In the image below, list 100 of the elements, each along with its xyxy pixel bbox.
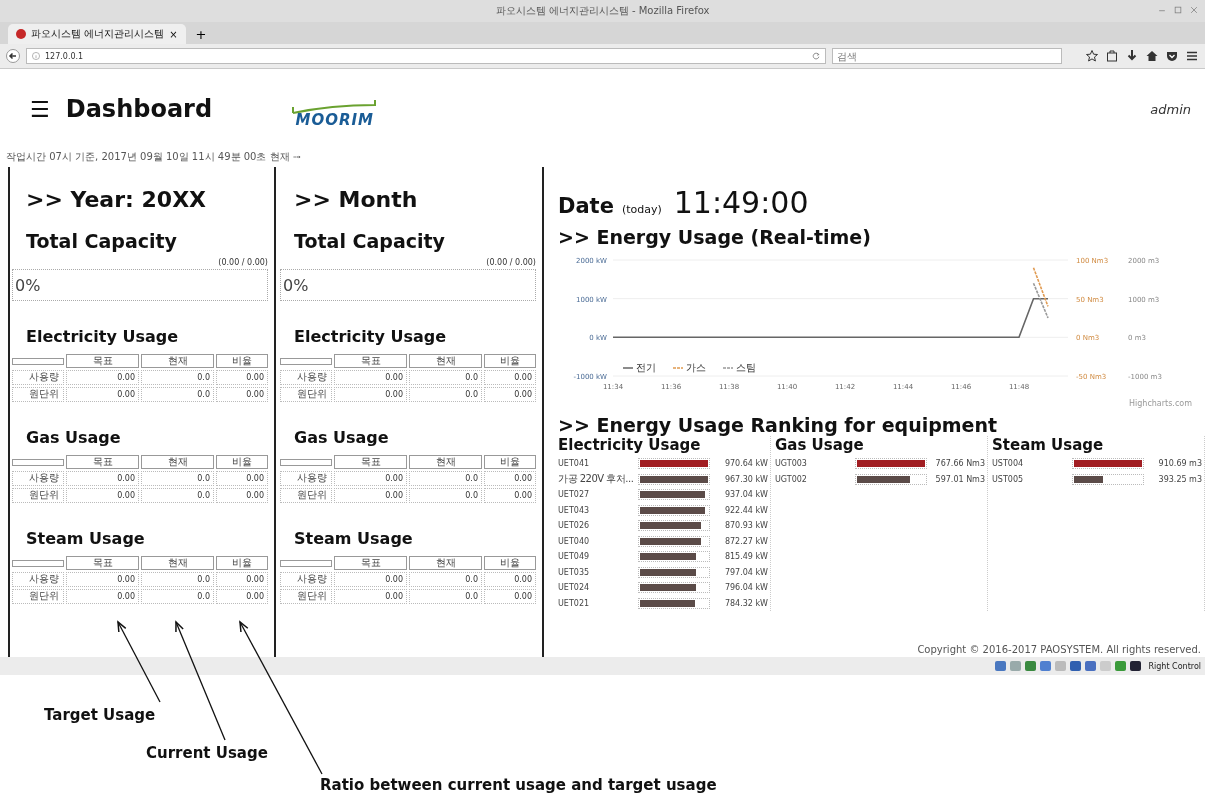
legend-item[interactable]: 가스 (672, 362, 706, 373)
table-cell: 0.00 (484, 488, 536, 503)
menu-button[interactable]: ☰ (30, 96, 50, 122)
usage-value: 393.25 m3 (1157, 474, 1202, 484)
table-cell: 0.00 (216, 572, 268, 587)
table-cell: 0.00 (216, 488, 268, 503)
column-header: 목표 (66, 354, 139, 368)
section-title: Steam Usage (294, 529, 414, 548)
table-cell: 0.0 (409, 488, 482, 503)
favicon-icon (16, 29, 26, 39)
equipment-name: UGT003 (775, 459, 808, 469)
column-header: 비율 (484, 455, 536, 469)
capacity-reading: (0.00 / 0.00) (218, 258, 268, 267)
row-header: 원단위 (12, 387, 64, 402)
annotation-label: Current Usage (146, 744, 268, 762)
download-icon[interactable] (1125, 49, 1139, 63)
reload-icon[interactable] (811, 51, 821, 61)
usage-value: 967.30 kW (723, 474, 768, 484)
table-cell: 0.00 (334, 572, 407, 587)
column-header: 현재 (141, 556, 214, 570)
row-header: 사용량 (280, 572, 332, 587)
tab-close[interactable]: × (169, 28, 178, 40)
section-title: Total Capacity (26, 230, 178, 252)
section-title: >> Energy Usage (Real-time) (558, 226, 872, 248)
table-cell: 0.00 (484, 387, 536, 402)
table-cell: 0.00 (484, 589, 536, 604)
section-title: >> Energy Usage Ranking for equipment (558, 414, 999, 436)
clock-time: 11:49:00 (673, 185, 809, 220)
legend-item[interactable]: 스팀 (722, 362, 756, 373)
capacity-reading: (0.00 / 0.00) (486, 258, 536, 267)
search-field[interactable]: 검색 (832, 48, 1062, 64)
table-cell: 0.00 (216, 589, 268, 604)
table-cell: 0.0 (141, 370, 214, 385)
table-cell: 0.0 (141, 488, 214, 503)
column-header: 비율 (216, 556, 268, 570)
row-header: 원단위 (12, 488, 64, 503)
usage-value: 815.49 kW (723, 552, 768, 562)
browser-tab[interactable]: 파오시스템 에너지관리시스템 × (8, 24, 186, 44)
legend-label: 가스 (686, 362, 706, 373)
table-cell: 0.00 (66, 589, 139, 604)
row-header: 원단위 (12, 589, 64, 604)
usage-value: 767.66 Nm3 (934, 459, 985, 469)
section-title: Electricity Usage (294, 327, 447, 346)
menu-icon[interactable] (1185, 49, 1199, 63)
table-cell: 0.0 (409, 572, 482, 587)
equipment-name: UET021 (558, 598, 591, 608)
column-header: 비율 (216, 354, 268, 368)
usage-value: 597.01 Nm3 (934, 474, 985, 484)
equipment-name: UET049 (558, 552, 591, 562)
column-header: 목표 (334, 354, 407, 368)
blank-header (280, 559, 332, 567)
column-header: 목표 (334, 455, 407, 469)
star-icon[interactable] (1085, 49, 1099, 63)
home-icon[interactable] (1145, 49, 1159, 63)
equipment-name: UGT002 (775, 474, 808, 484)
table-cell: 0.00 (334, 488, 407, 503)
table-cell: 0.00 (334, 471, 407, 486)
back-icon[interactable] (6, 49, 20, 63)
column-header: 비율 (484, 354, 536, 368)
user-name[interactable]: admin (1150, 101, 1191, 117)
column-header: 현재 (409, 354, 482, 368)
blank-header (12, 357, 64, 365)
usage-value: 970.64 kW (723, 459, 768, 469)
usage-value: 910.69 m3 (1157, 459, 1202, 469)
panel-heading: >> Year: 20XX (26, 187, 208, 212)
equipment-name: UST005 (992, 474, 1025, 484)
legend-label: 스팀 (736, 362, 756, 373)
equipment-name: UET027 (558, 490, 591, 500)
section-title: Total Capacity (294, 230, 446, 252)
row-header: 원단위 (280, 488, 332, 503)
section-title: Gas Usage (26, 428, 122, 447)
column-header: 목표 (66, 556, 139, 570)
group-title: Steam Usage (992, 436, 1105, 454)
column-header: 현재 (141, 354, 214, 368)
group-title: Gas Usage (775, 436, 865, 454)
table-cell: 0.00 (334, 589, 407, 604)
window-title: 파오시스템 에너지관리시스템 - Mozilla Firefox (495, 4, 710, 18)
equipment-name: UET041 (558, 459, 591, 469)
section-title: Electricity Usage (26, 327, 179, 346)
usage-value: 922.44 kW (723, 505, 768, 515)
column-header: 현재 (409, 556, 482, 570)
address-bar[interactable]: 127.0.0.1 (26, 48, 826, 64)
pocket-icon[interactable] (1165, 49, 1179, 63)
table-cell: 0.0 (409, 387, 482, 402)
row-header: 사용량 (280, 370, 332, 385)
legend-item[interactable]: 전기 (622, 362, 656, 373)
table-cell: 0.0 (409, 471, 482, 486)
table-cell: 0.00 (334, 370, 407, 385)
page-title: Dashboard (65, 95, 214, 123)
column-header: 비율 (484, 556, 536, 570)
column-header: 비율 (216, 455, 268, 469)
capacity-percent: 0% (15, 275, 41, 295)
row-header: 사용량 (12, 370, 64, 385)
new-tab-button[interactable]: + (191, 24, 211, 44)
row-header: 사용량 (280, 471, 332, 486)
library-icon[interactable] (1105, 49, 1119, 63)
row-header: 사용량 (12, 471, 64, 486)
column-header: 목표 (334, 556, 407, 570)
table-cell: 0.0 (141, 572, 214, 587)
date-note: (today) (621, 203, 662, 216)
